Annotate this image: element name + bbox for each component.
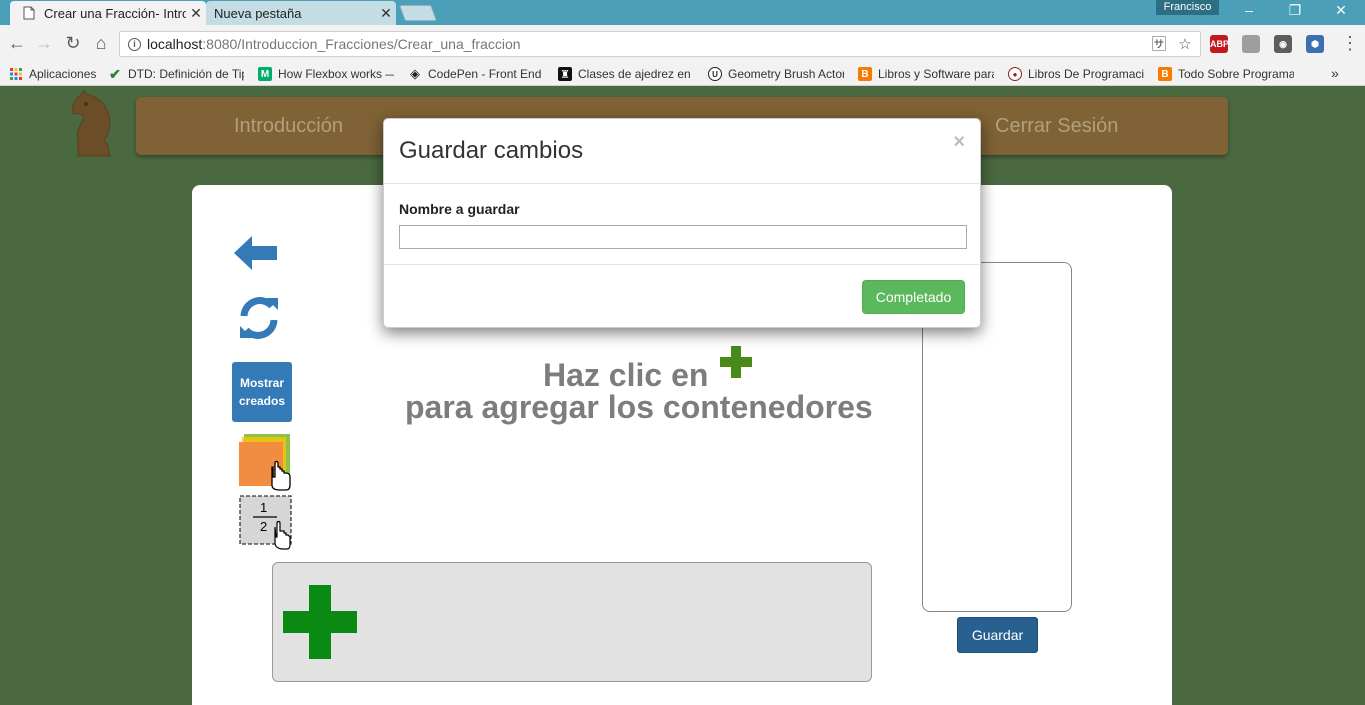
back-icon[interactable]: ← (5, 31, 29, 55)
medium-icon: M (258, 67, 272, 81)
apps-icon (9, 67, 23, 81)
bookmark-label: DTD: Definición de Tip (128, 67, 244, 81)
bookmark-item[interactable]: U Geometry Brush Actor (708, 65, 844, 83)
url-path: :8080/Introduccion_Fracciones/Crear_una_… (202, 36, 521, 52)
save-changes-modal: Guardar cambios × Nombre a guardar Compl… (383, 118, 981, 328)
back-arrow-icon[interactable] (232, 233, 278, 273)
restore-icon[interactable]: ❐ (1272, 0, 1318, 22)
globe-icon: ● (1008, 67, 1022, 81)
bookmark-item[interactable]: B Todo Sobre Programa (1158, 65, 1294, 83)
minimize-icon[interactable]: – (1226, 0, 1272, 22)
modal-title: Guardar cambios (399, 137, 584, 164)
nav-cerrar-sesion[interactable]: Cerrar Sesión (995, 115, 1118, 138)
chess-icon: ♜ (558, 67, 572, 81)
tab-title: Crear una Fracción- Intro (44, 5, 186, 21)
blogger-icon: B (858, 67, 872, 81)
add-container-plus-icon[interactable] (283, 585, 357, 659)
tab-nueva-pestana[interactable]: Nueva pestaña ✕ (206, 1, 396, 25)
plus-icon (720, 346, 753, 378)
blogger-icon: B (1158, 67, 1172, 81)
extension-icon[interactable] (1242, 35, 1260, 53)
save-button[interactable]: Guardar (957, 617, 1038, 653)
page-icon (22, 6, 36, 20)
bookmark-label: How Flexbox works — (278, 67, 394, 81)
bookmark-label: Aplicaciones (29, 67, 97, 81)
forward-icon[interactable]: → (32, 31, 56, 55)
adblock-icon[interactable]: ABP (1210, 35, 1229, 53)
modal-header: Guardar cambios × (384, 119, 980, 184)
bookmark-label: CodePen - Front End (428, 67, 542, 81)
name-field-label: Nombre a guardar (399, 201, 520, 217)
checkmark-icon: ✔ (109, 65, 121, 82)
bookmark-label: Libros De Programació (1028, 67, 1144, 81)
refresh-icon[interactable] (236, 294, 282, 342)
modal-footer: Completado (384, 264, 980, 329)
close-icon[interactable]: × (953, 131, 965, 154)
site-info-icon[interactable]: i (128, 37, 141, 51)
bookmark-item[interactable]: ✔ DTD: Definición de Tip (108, 65, 244, 83)
url-host: localhost (147, 36, 203, 52)
nav-introduccion[interactable]: Introducción (234, 115, 343, 138)
chess-knight-logo (68, 89, 118, 158)
reload-icon[interactable]: ↻ (61, 31, 85, 55)
bulb-icon[interactable]: ◉ (1274, 35, 1292, 53)
bookmark-label: Libros y Software para (878, 67, 994, 81)
browser-tabstrip: Crear una Fracción- Intro ✕ Nueva pestañ… (0, 0, 1365, 25)
bookmarks-bar: Aplicaciones ✔ DTD: Definición de Tip M … (0, 62, 1365, 86)
name-field[interactable] (399, 225, 967, 249)
hint-line-2: para agregar los contenedores (405, 389, 873, 425)
tab-crear-fraccion[interactable]: Crear una Fracción- Intro ✕ (10, 1, 206, 25)
completed-button[interactable]: Completado (862, 280, 965, 314)
bookmark-item[interactable]: ● Libros De Programació (1008, 65, 1144, 83)
fraction-denominator: 2 (260, 519, 268, 534)
menu-icon[interactable]: ⋮ (1338, 31, 1362, 55)
fraction-tool-icon[interactable]: 1 2 (239, 495, 292, 550)
profile-badge[interactable]: Francisco (1156, 0, 1219, 15)
bookmark-label: Todo Sobre Programa (1178, 67, 1294, 81)
bookmarks-more-icon[interactable]: » (1331, 65, 1339, 81)
bookmark-label: Geometry Brush Actor (728, 67, 844, 81)
bookmark-item[interactable]: M How Flexbox works — (258, 65, 394, 83)
color-fill-tool-icon[interactable] (238, 433, 292, 491)
tab-close-icon[interactable]: ✕ (376, 5, 396, 22)
address-bar[interactable]: i localhost:8080/Introduccion_Fracciones… (119, 31, 1201, 57)
hint-line-1: Haz clic en (543, 346, 753, 394)
bookmark-item[interactable]: ♜ Clases de ajedrez en v (558, 65, 694, 83)
fraction-numerator: 1 (260, 500, 268, 515)
bookmark-item[interactable]: Aplicaciones (9, 65, 99, 83)
tab-title: Nueva pestaña (214, 5, 302, 21)
shield-icon[interactable]: ⬢ (1306, 35, 1324, 53)
translate-icon[interactable]: 🈂 (1150, 36, 1168, 54)
bookmark-item[interactable]: B Libros y Software para (858, 65, 994, 83)
tab-close-icon[interactable]: ✕ (186, 5, 206, 22)
star-icon[interactable]: ☆ (1176, 36, 1194, 54)
browser-toolbar: ← → ↻ ⌂ i localhost:8080/Introduccion_Fr… (0, 25, 1365, 62)
bookmark-item[interactable]: ◈ CodePen - Front End (408, 65, 544, 83)
close-window-icon[interactable]: ✕ (1318, 0, 1364, 22)
home-icon[interactable]: ⌂ (89, 31, 113, 55)
new-tab-button[interactable] (399, 5, 437, 21)
bookmark-label: Clases de ajedrez en v (578, 67, 694, 81)
codepen-icon: ◈ (410, 66, 420, 81)
show-created-button[interactable]: Mostrar creados (232, 362, 292, 422)
unreal-icon: U (708, 67, 722, 81)
containers-dropzone[interactable] (272, 562, 872, 682)
